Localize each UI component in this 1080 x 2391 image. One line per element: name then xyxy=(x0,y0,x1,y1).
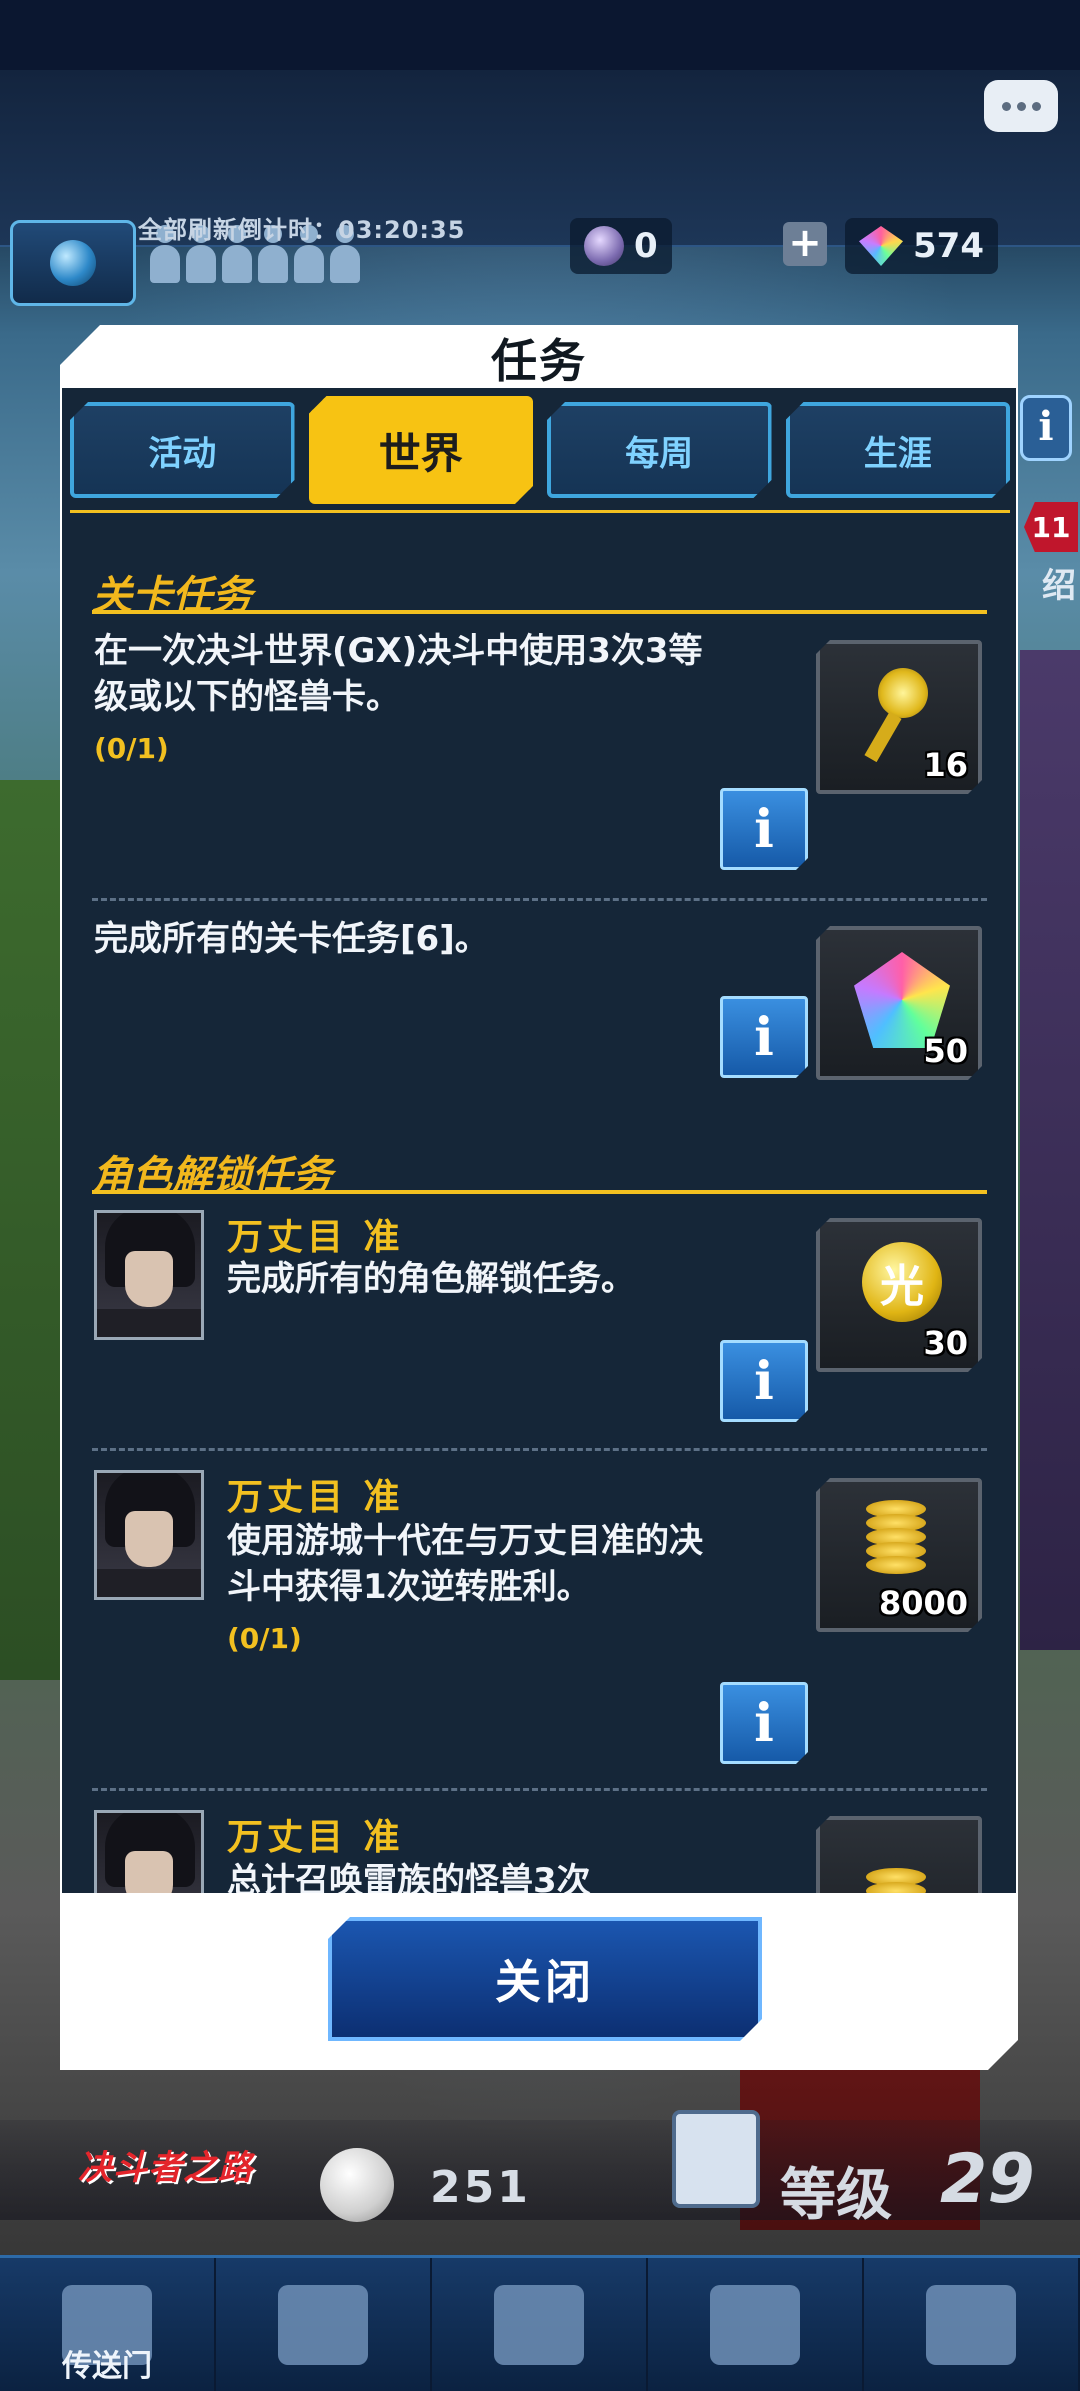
quest-info-button[interactable]: i xyxy=(720,1340,808,1422)
portrait-face xyxy=(125,1511,173,1567)
character-portrait xyxy=(94,1810,204,1893)
quest-text-line: 级或以下的怪兽卡。 xyxy=(94,677,400,717)
reward-box[interactable]: 50 xyxy=(816,926,982,1080)
quest-progress: (0/1) xyxy=(227,1622,302,1655)
background-tree xyxy=(0,780,60,1680)
orb-currency: 0 xyxy=(570,218,672,274)
nav-portal[interactable]: 传送门 xyxy=(0,2258,216,2391)
tab-weekly[interactable]: 每周 xyxy=(547,402,772,498)
character-name: 万丈目 准 xyxy=(227,1217,404,1258)
background-building xyxy=(1020,650,1080,1650)
gem-currency: 574 xyxy=(845,218,998,274)
quest-divider xyxy=(92,1788,987,1791)
tab-bar: 活动 世界 每周 生涯 xyxy=(70,402,1010,502)
quest-text: 完成所有的关卡任务[6]。 xyxy=(94,916,489,962)
level-value: 29 xyxy=(940,2140,1035,2219)
nav-duel[interactable] xyxy=(216,2258,432,2391)
coin-layer xyxy=(866,1882,926,1893)
gold-key-icon xyxy=(868,668,938,758)
quest-divider xyxy=(92,1448,987,1451)
nav-shop[interactable] xyxy=(432,2258,648,2391)
portrait-coat xyxy=(97,1569,201,1597)
nav-deck[interactable] xyxy=(648,2258,864,2391)
quest-info-button[interactable]: i xyxy=(720,788,808,870)
side-label: 绍 xyxy=(1042,566,1076,606)
deck-cards-icon xyxy=(710,2284,800,2365)
quest-text: 在一次决斗世界(GX)决斗中使用3次3等 级或以下的怪兽卡。 xyxy=(94,628,703,720)
chat-button[interactable] xyxy=(984,80,1058,132)
nav-studio[interactable] xyxy=(864,2258,1080,2391)
quest-text-line: 完成所有的角色解锁任务。 xyxy=(227,1259,635,1299)
quest-text-line: 总计召唤雷族的怪兽3次 xyxy=(227,1861,591,1893)
tab-event[interactable]: 活动 xyxy=(70,402,295,498)
quest-text-line: 在一次决斗世界(GX)决斗中使用3次3等 xyxy=(94,631,703,671)
close-button[interactable]: 关闭 xyxy=(328,1917,762,2041)
coin-count: 251 xyxy=(430,2162,531,2213)
reward-count: 50 xyxy=(923,1032,968,1070)
coin-icon xyxy=(320,2148,394,2222)
bottom-nav: 传送门 xyxy=(0,2255,1080,2391)
quest-info-button[interactable]: i xyxy=(720,1682,808,1764)
duel-swords-icon xyxy=(278,2284,368,2365)
character-name: 万丈目 准 xyxy=(227,1817,404,1858)
tab-world[interactable]: 世界 xyxy=(309,396,534,504)
reward-box[interactable] xyxy=(816,1816,982,1893)
reward-box[interactable]: 8000 xyxy=(816,1478,982,1632)
dialog-header: 任务 xyxy=(60,325,1018,390)
key-shaft xyxy=(864,712,901,762)
section-line xyxy=(92,1190,987,1194)
quest-text: 完成所有的角色解锁任务。 xyxy=(227,1256,635,1302)
tab-career[interactable]: 生涯 xyxy=(786,402,1011,498)
add-gems-button[interactable]: + xyxy=(783,222,827,266)
character-portrait xyxy=(94,1210,204,1340)
chat-dot-icon xyxy=(1001,101,1011,111)
deck-icon[interactable] xyxy=(672,2110,760,2208)
quest-info-button[interactable]: i xyxy=(720,996,808,1078)
shop-cart-icon xyxy=(494,2284,584,2365)
coin-layer xyxy=(866,1556,926,1574)
nav-label: 传送门 xyxy=(62,2349,152,2384)
quest-divider xyxy=(92,898,987,901)
gold-stack-icon xyxy=(856,1838,952,1893)
gem-icon xyxy=(859,226,903,266)
globe-icon xyxy=(50,240,96,286)
chat-dot-icon xyxy=(1031,101,1041,111)
quest-text-line: 斗中获得1次逆转胜利。 xyxy=(227,1567,591,1607)
chat-dot-icon xyxy=(1016,101,1026,111)
reward-box[interactable]: 16 xyxy=(816,640,982,794)
reward-count: 8000 xyxy=(878,1584,968,1622)
dialog-title: 任务 xyxy=(491,333,587,388)
character-portrait xyxy=(94,1470,204,1600)
gem-count: 574 xyxy=(913,226,984,266)
mission-panel[interactable]: 活动 世界 每周 生涯 关卡任务 在一次决斗世界(GX)决斗中使用3次3等 级或… xyxy=(62,388,1016,1893)
notification-badge: 11 xyxy=(1024,502,1078,552)
quest-text-line: 完成所有的关卡任务[6]。 xyxy=(94,919,489,959)
side-info-button[interactable]: i xyxy=(1020,395,1072,461)
globe-button[interactable] xyxy=(10,220,136,306)
refresh-countdown: 全部刷新倒计时：03:20:35 xyxy=(138,216,466,244)
portrait-face xyxy=(125,1251,173,1307)
portrait-coat xyxy=(97,1309,201,1337)
orb-count: 0 xyxy=(634,226,658,266)
quest-progress: (0/1) xyxy=(94,732,169,765)
portrait-face xyxy=(125,1851,173,1893)
system-status-strip xyxy=(0,0,1080,70)
quest-text: 总计召唤雷族的怪兽3次 xyxy=(227,1858,591,1893)
light-coin-icon: 光 xyxy=(862,1242,942,1322)
reward-count: 16 xyxy=(923,746,968,784)
tab-underline xyxy=(70,510,1010,513)
card-studio-icon xyxy=(926,2284,1016,2365)
character-name: 万丈目 准 xyxy=(227,1477,404,1518)
reward-count: 30 xyxy=(923,1324,968,1362)
quest-text: 使用游城十代在与万丈目准的决 斗中获得1次逆转胜利。 xyxy=(227,1518,703,1610)
reward-box[interactable]: 光 30 xyxy=(816,1218,982,1372)
orb-icon xyxy=(584,226,624,266)
game-logo: 决斗者之路 xyxy=(78,2148,253,2188)
section-line xyxy=(92,610,987,614)
level-label: 等级 xyxy=(780,2163,892,2228)
quest-text-line: 使用游城十代在与万丈目准的决 xyxy=(227,1521,703,1561)
key-ring xyxy=(878,668,928,718)
